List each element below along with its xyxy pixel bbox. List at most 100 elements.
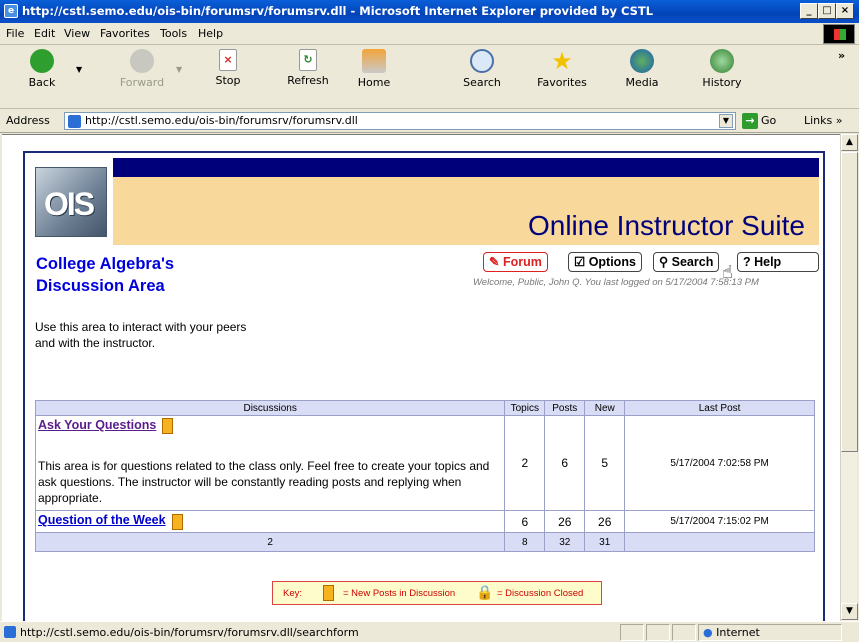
back-dropdown[interactable]: ▼ xyxy=(76,65,82,74)
status-segment xyxy=(646,624,670,641)
zone-panel: ● Internet xyxy=(698,624,842,641)
close-button[interactable]: × xyxy=(836,3,854,19)
totals-row: 2 8 32 31 xyxy=(34,532,815,552)
header-new: New xyxy=(584,400,626,416)
options-button[interactable]: ☑ Options xyxy=(568,252,642,272)
address-bar: Address http://cstl.semo.edu/ois-bin/for… xyxy=(0,109,859,133)
discussion-link[interactable]: Question of the Week xyxy=(38,513,166,527)
forward-dropdown[interactable]: ▼ xyxy=(176,65,182,74)
minimize-button[interactable]: _ xyxy=(800,3,818,19)
scroll-thumb[interactable] xyxy=(841,152,858,452)
menu-tools[interactable]: Tools xyxy=(160,27,187,40)
search-toolbar-button[interactable]: Search xyxy=(452,49,512,89)
maximize-button[interactable]: □ xyxy=(818,3,836,19)
status-segment xyxy=(672,624,696,641)
posts-count: 26 xyxy=(544,510,586,533)
totals-empty xyxy=(624,532,815,552)
forum-button[interactable]: ✎ Forum xyxy=(483,252,548,272)
menu-view[interactable]: View xyxy=(64,27,90,40)
toolbar: Back ▼ Forward ▼ × Stop ↻ Refresh Home Sea… xyxy=(0,45,859,109)
favorites-star-icon: ★ xyxy=(551,47,573,75)
go-button[interactable]: → Go xyxy=(742,113,776,129)
new-posts-icon xyxy=(162,418,174,434)
header-posts: Posts xyxy=(544,400,586,416)
total-new: 31 xyxy=(584,532,626,552)
total-posts: 32 xyxy=(544,532,586,552)
last-post-date: 5/17/2004 7:15:02 PM xyxy=(624,510,815,533)
table-row: Ask Your Questions This area is for ques… xyxy=(34,415,815,511)
table-row: Question of the Week 6 26 26 5/17/2004 7… xyxy=(34,510,815,533)
new-posts-icon xyxy=(171,513,183,530)
posts-count: 6 xyxy=(544,415,586,511)
new-count: 5 xyxy=(584,415,626,511)
legend-key: Key: = New Posts in Discussion 🔒 = Discu… xyxy=(272,581,602,605)
header-topics: Topics xyxy=(504,400,546,416)
new-count: 26 xyxy=(584,510,626,533)
menu-favorites[interactable]: Favorites xyxy=(100,27,150,40)
page-status-icon xyxy=(4,626,16,638)
favorites-button[interactable]: ★ Favorites xyxy=(532,49,592,89)
last-post-date: 5/17/2004 7:02:58 PM xyxy=(624,415,815,511)
windows-logo-icon xyxy=(823,24,855,44)
stop-button[interactable]: × Stop xyxy=(198,49,258,87)
vertical-scrollbar[interactable]: ▲ ▼ xyxy=(840,134,858,621)
window-title-bar[interactable]: e http://cstl.semo.edu/ois-bin/forumsrv/… xyxy=(0,0,859,23)
search-button[interactable]: ⚲ Search xyxy=(653,252,720,272)
checkbox-icon: ☑ xyxy=(574,255,589,269)
forward-button[interactable]: Forward xyxy=(112,49,172,89)
header-banner: Online Instructor Suite xyxy=(113,177,819,245)
scroll-up-button[interactable]: ▲ xyxy=(841,134,858,151)
discussion-description: This area is for questions related to th… xyxy=(38,459,490,505)
address-input[interactable]: http://cstl.semo.edu/ois-bin/forumsrv/fo… xyxy=(64,112,736,130)
menu-edit[interactable]: Edit xyxy=(34,27,55,40)
status-bar: http://cstl.semo.edu/ois-bin/forumsrv/fo… xyxy=(0,621,859,642)
ois-logo: OIS xyxy=(35,167,107,237)
go-arrow-icon: → xyxy=(742,113,758,129)
stop-icon: × xyxy=(219,49,237,71)
key-label: Key: xyxy=(283,588,303,599)
topics-count: 2 xyxy=(504,415,546,511)
menu-file[interactable]: File xyxy=(6,27,24,40)
media-button[interactable]: Media xyxy=(612,49,672,89)
forward-arrow-icon xyxy=(130,49,154,73)
home-button[interactable]: Home xyxy=(344,49,404,89)
history-button[interactable]: History xyxy=(692,49,752,89)
new-posts-key-icon xyxy=(323,585,334,601)
key-new-posts: = New Posts in Discussion xyxy=(343,588,456,599)
refresh-button[interactable]: ↻ Refresh xyxy=(278,49,338,87)
question-icon: ? xyxy=(743,255,755,269)
intro-text-line1: Use this area to interact with your peer… xyxy=(35,320,247,334)
status-url: http://cstl.semo.edu/ois-bin/forumsrv/fo… xyxy=(20,626,359,639)
links-button[interactable]: Links » xyxy=(804,114,843,127)
history-clock-icon xyxy=(710,49,734,73)
scroll-down-button[interactable]: ▼ xyxy=(841,603,858,620)
course-title-line1: College Algebra's xyxy=(36,255,175,273)
toolbar-overflow-chevron[interactable]: » xyxy=(838,49,845,62)
topics-count: 6 xyxy=(504,510,546,533)
total-topics: 8 xyxy=(504,532,546,552)
header-last-post: Last Post xyxy=(624,400,815,416)
media-globe-icon xyxy=(630,49,654,73)
pencil-icon: ✎ xyxy=(489,255,503,269)
magnifier-icon: ⚲ xyxy=(659,255,672,269)
header-discussions: Discussions xyxy=(34,400,506,416)
refresh-icon: ↻ xyxy=(299,49,317,71)
intro-text-line2: and with the instructor. xyxy=(35,336,156,350)
window-title: http://cstl.semo.edu/ois-bin/forumsrv/fo… xyxy=(22,4,654,18)
address-dropdown-button[interactable]: ▼ xyxy=(719,114,733,128)
page-viewport: OIS Online Instructor Suite College Alge… xyxy=(2,134,840,621)
header-blue-bar xyxy=(113,158,819,177)
status-segment xyxy=(620,624,644,641)
discussion-link[interactable]: Ask Your Questions xyxy=(38,418,156,432)
globe-icon: ● xyxy=(703,626,717,639)
menu-help[interactable]: Help xyxy=(198,27,223,40)
ois-frame: OIS Online Instructor Suite College Alge… xyxy=(23,151,825,621)
course-title-line2: Discussion Area xyxy=(36,277,165,295)
lock-icon: 🔒 xyxy=(476,584,494,600)
help-button[interactable]: ? Help xyxy=(737,252,819,272)
ie-icon: e xyxy=(4,4,18,18)
back-arrow-icon xyxy=(30,49,54,73)
back-button[interactable]: Back xyxy=(12,49,72,89)
welcome-text: Welcome, Public, John Q. You last logged… xyxy=(473,277,759,288)
home-icon xyxy=(362,49,386,73)
